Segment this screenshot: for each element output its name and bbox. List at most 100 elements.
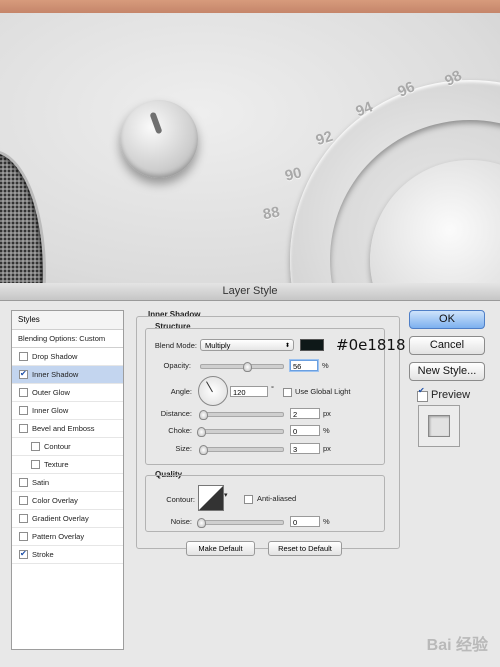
size-slider[interactable] bbox=[199, 445, 284, 455]
anti-aliased-checkbox[interactable] bbox=[244, 495, 253, 504]
style-item-inner-shadow[interactable]: Inner Shadow bbox=[12, 366, 123, 384]
style-checkbox[interactable] bbox=[19, 546, 28, 562]
choke-slider[interactable] bbox=[197, 427, 284, 437]
angle-unit: ° bbox=[271, 384, 274, 393]
new-style-button[interactable]: New Style... bbox=[409, 362, 485, 381]
dial-number: 88 bbox=[261, 203, 282, 224]
opacity-slider[interactable] bbox=[200, 362, 284, 372]
style-item-pattern-overlay[interactable]: Pattern Overlay bbox=[12, 528, 123, 546]
chevron-updown-icon: ⬍ bbox=[284, 343, 290, 349]
knob-indicator bbox=[149, 111, 163, 135]
dialog-title: Layer Style bbox=[0, 283, 500, 301]
style-item-label: Texture bbox=[44, 460, 69, 469]
noise-label: Noise: bbox=[170, 517, 192, 526]
make-default-button[interactable]: Make Default bbox=[186, 541, 255, 556]
style-item-label: Inner Shadow bbox=[32, 370, 79, 379]
style-item-label: Inner Glow bbox=[32, 406, 69, 415]
styles-list: Styles Blending Options: Custom Drop Sha… bbox=[11, 310, 124, 650]
angle-dial-hand bbox=[206, 381, 213, 393]
reset-to-default-button[interactable]: Reset to Default bbox=[268, 541, 342, 556]
style-item-satin[interactable]: Satin bbox=[12, 474, 123, 492]
caret-down-icon[interactable]: ▾ bbox=[224, 491, 228, 499]
style-item-label: Stroke bbox=[32, 550, 54, 559]
angle-label: Angle: bbox=[170, 387, 192, 396]
style-item-texture[interactable]: Texture bbox=[12, 456, 123, 474]
style-item-label: Gradient Overlay bbox=[32, 514, 89, 523]
style-item-bevel-and-emboss[interactable]: Bevel and Emboss bbox=[12, 420, 123, 438]
style-item-label: Satin bbox=[32, 478, 50, 487]
style-item-label: Outer Glow bbox=[32, 388, 70, 397]
opacity-slider-thumb[interactable] bbox=[242, 362, 252, 372]
style-checkbox[interactable] bbox=[19, 478, 28, 487]
choke-slider-thumb[interactable] bbox=[197, 427, 206, 437]
opacity-input[interactable]: 56 bbox=[290, 360, 318, 371]
style-checkbox[interactable] bbox=[19, 366, 28, 382]
style-checkbox[interactable] bbox=[31, 442, 40, 451]
style-checkbox[interactable] bbox=[19, 388, 28, 397]
style-item-label: Color Overlay bbox=[32, 496, 78, 505]
size-input[interactable]: 3 bbox=[290, 443, 320, 454]
preview-inner-square bbox=[428, 415, 450, 437]
style-checkbox[interactable] bbox=[19, 514, 28, 523]
blending-options-item[interactable]: Blending Options: Custom bbox=[12, 330, 123, 348]
blend-mode-value: Multiply bbox=[205, 341, 231, 350]
style-item-drop-shadow[interactable]: Drop Shadow bbox=[12, 348, 123, 366]
preview-checkbox[interactable] bbox=[417, 386, 428, 402]
use-global-light-label: Use Global Light bbox=[295, 387, 351, 396]
ok-button[interactable]: OK bbox=[409, 310, 485, 329]
angle-dial[interactable] bbox=[198, 376, 228, 406]
blend-mode-label: Blend Mode: bbox=[154, 341, 197, 350]
style-item-outer-glow[interactable]: Outer Glow bbox=[12, 384, 123, 402]
size-label: Size: bbox=[175, 444, 192, 453]
distance-slider[interactable] bbox=[199, 410, 284, 420]
choke-input[interactable]: 0 bbox=[290, 425, 320, 436]
styles-header[interactable]: Styles bbox=[12, 311, 123, 330]
blend-mode-select[interactable]: Multiply ⬍ bbox=[200, 339, 294, 351]
knob bbox=[120, 100, 198, 178]
style-item-label: Bevel and Emboss bbox=[32, 424, 95, 433]
style-checkbox[interactable] bbox=[19, 496, 28, 505]
preview-label: Preview bbox=[431, 389, 471, 401]
cancel-button[interactable]: Cancel bbox=[409, 336, 485, 355]
style-checkbox[interactable] bbox=[19, 352, 28, 361]
speaker-grille bbox=[0, 150, 46, 283]
color-hex-annotation: #0e1818 bbox=[336, 336, 406, 354]
noise-slider-thumb[interactable] bbox=[197, 518, 206, 528]
distance-unit: px bbox=[323, 409, 331, 418]
contour-curve-icon bbox=[199, 486, 223, 510]
style-items: Drop Shadow Inner Shadow Outer Glow Inner G… bbox=[12, 348, 123, 564]
size-unit: px bbox=[323, 444, 331, 453]
style-item-color-overlay[interactable]: Color Overlay bbox=[12, 492, 123, 510]
style-checkbox[interactable] bbox=[19, 424, 28, 433]
style-item-inner-glow[interactable]: Inner Glow bbox=[12, 402, 123, 420]
artwork-image: 88 90 92 94 96 98 bbox=[0, 0, 500, 283]
angle-input[interactable]: 120 bbox=[230, 386, 268, 397]
style-item-label: Pattern Overlay bbox=[32, 532, 85, 541]
use-global-light-checkbox[interactable] bbox=[283, 388, 292, 397]
noise-slider[interactable] bbox=[197, 518, 284, 528]
distance-input[interactable]: 2 bbox=[290, 408, 320, 419]
style-item-stroke[interactable]: Stroke bbox=[12, 546, 123, 564]
dial-number: 90 bbox=[283, 164, 304, 185]
contour-label: Contour: bbox=[166, 495, 195, 504]
style-checkbox[interactable] bbox=[19, 406, 28, 415]
size-slider-thumb[interactable] bbox=[199, 445, 209, 455]
opacity-unit: % bbox=[322, 361, 329, 370]
style-item-label: Contour bbox=[44, 442, 71, 451]
noise-unit: % bbox=[323, 517, 330, 526]
style-checkbox[interactable] bbox=[19, 532, 28, 541]
style-item-contour[interactable]: Contour bbox=[12, 438, 123, 456]
choke-label: Choke: bbox=[168, 426, 192, 435]
artwork-top-bar bbox=[0, 0, 500, 13]
choke-unit: % bbox=[323, 426, 330, 435]
opacity-label: Opacity: bbox=[163, 361, 191, 370]
watermark-logo: Bai 经验 bbox=[426, 637, 488, 654]
style-checkbox[interactable] bbox=[31, 460, 40, 469]
shadow-color-swatch[interactable] bbox=[300, 339, 324, 351]
style-item-label: Drop Shadow bbox=[32, 352, 78, 361]
noise-input[interactable]: 0 bbox=[290, 516, 320, 527]
distance-label: Distance: bbox=[160, 409, 192, 418]
style-item-gradient-overlay[interactable]: Gradient Overlay bbox=[12, 510, 123, 528]
distance-slider-thumb[interactable] bbox=[199, 410, 209, 420]
contour-picker[interactable] bbox=[198, 485, 224, 511]
